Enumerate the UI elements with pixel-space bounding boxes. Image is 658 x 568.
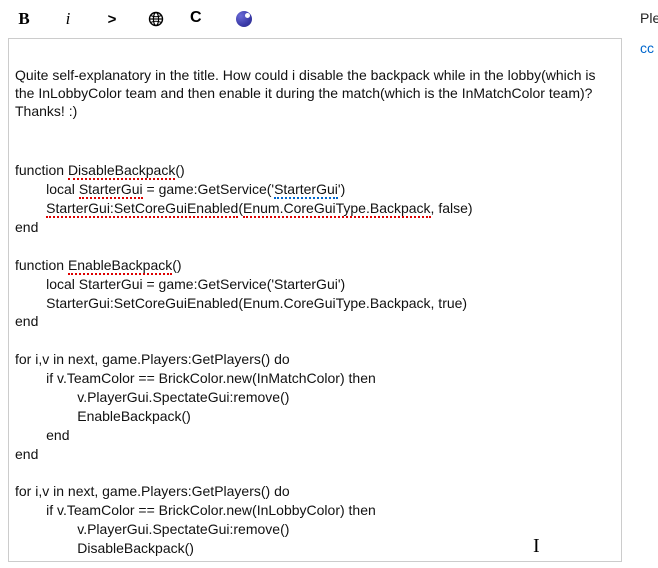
link-button[interactable]: [146, 9, 166, 29]
side-text-1: Ple: [640, 10, 658, 26]
bold-button[interactable]: B: [14, 9, 34, 29]
quote-button[interactable]: >: [102, 9, 122, 29]
code-block: function DisableBackpack() local Starter…: [15, 161, 613, 562]
code-button[interactable]: C: [190, 9, 210, 29]
italic-button[interactable]: i: [58, 9, 78, 29]
editor-textarea[interactable]: Quite self-explanatory in the title. How…: [9, 39, 621, 562]
globe-icon: [148, 11, 164, 27]
text-cursor-icon: I: [533, 535, 540, 558]
side-link[interactable]: cc: [640, 40, 658, 56]
side-panel: Ple cc: [640, 10, 658, 56]
editor-container: Quite self-explanatory in the title. How…: [8, 38, 622, 562]
lua-icon: [236, 11, 252, 27]
intro-text: Quite self-explanatory in the title. How…: [15, 66, 613, 121]
editor-toolbar: B i > C: [0, 0, 658, 38]
lua-button[interactable]: [234, 9, 254, 29]
